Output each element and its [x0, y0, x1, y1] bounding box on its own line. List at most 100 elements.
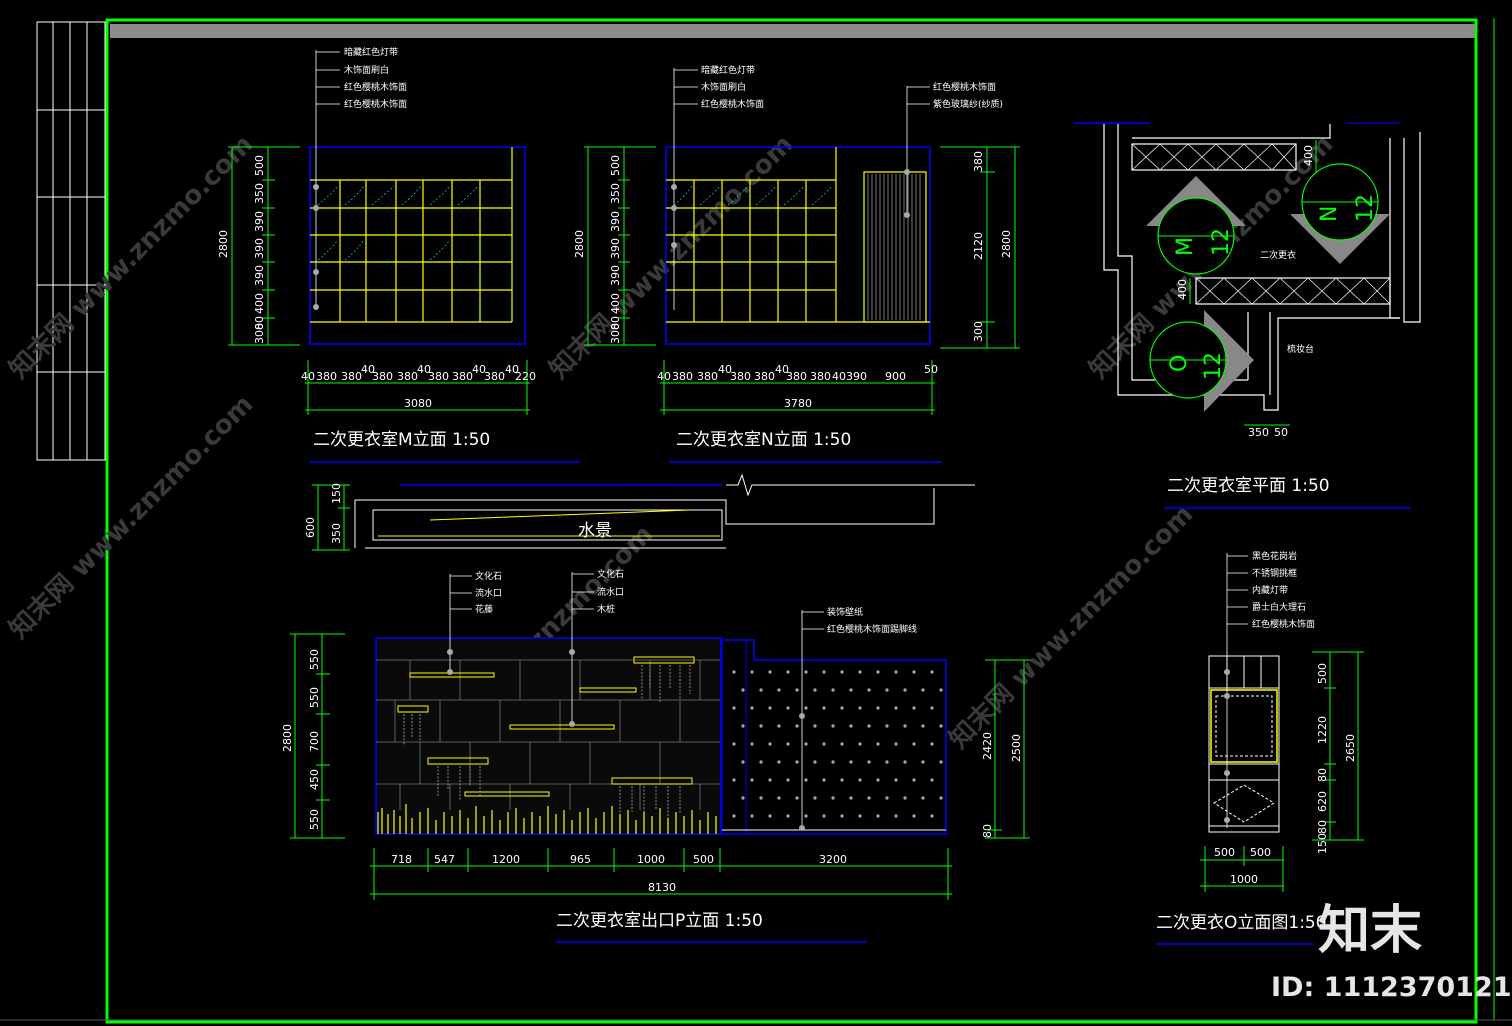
m-label-1: 暗藏红色灯带	[344, 46, 398, 58]
n-label-1: 暗藏红色灯带	[701, 64, 755, 76]
n-w-1: 380	[672, 370, 693, 383]
m-w-8: 380	[452, 370, 473, 383]
brand-id: ID: 1112370121	[1271, 972, 1512, 1003]
p-w-6: 3200	[819, 853, 847, 866]
m-h-4: 390	[253, 265, 266, 286]
p-label-c-1: 装饰壁纸	[827, 606, 863, 618]
svg-text:知末网 www.znzmo.com: 知末网 www.znzmo.com	[944, 499, 1199, 754]
m-w-1: 380	[316, 370, 337, 383]
m-h-0: 500	[253, 155, 266, 176]
n-rh-0: 380	[972, 151, 985, 172]
plan-view: M 12 N 12 O 12 二次更衣 梳妆台 400 400 350 50 二…	[1074, 122, 1421, 509]
plan-dim-1: 400	[1176, 279, 1189, 300]
p-label-b-2: 流水口	[597, 586, 624, 598]
p-label-c-2: 红色樱桃木饰面踢脚线	[827, 623, 917, 635]
plan-dim-3: 50	[1274, 426, 1288, 439]
top-gray-bar	[110, 24, 1475, 38]
p-width-total: 8130	[648, 881, 676, 894]
o-h-3: 620	[1316, 791, 1329, 812]
n-right-total: 2800	[1000, 230, 1013, 258]
cad-drawing-canvas: 知末网 www.znzmo.com 知末网 www.znzmo.com 知末网 …	[0, 0, 1512, 1026]
n-rh-2: 300	[972, 321, 985, 342]
plan-dim-2: 350	[1248, 426, 1269, 439]
n-label-2: 木饰面刷白	[701, 81, 746, 93]
cad-drawing: 知末网 www.znzmo.com 知末网 www.znzmo.com 知末网 …	[0, 18, 1512, 1024]
o-height-total: 2650	[1344, 734, 1357, 762]
p-label-a-2: 流水口	[475, 587, 502, 599]
n-h-3: 390	[609, 238, 622, 259]
brand-logo: 知末	[1318, 901, 1422, 961]
p-height-total: 2800	[281, 724, 294, 752]
plan-dim-0: 400	[1302, 145, 1315, 166]
m-label-4: 红色樱桃木饰面	[344, 98, 407, 110]
m-h-5: 400	[253, 293, 266, 314]
marker-o-number: 12	[1201, 352, 1226, 380]
m-w-10: 380	[484, 370, 505, 383]
p-elevation-title: 二次更衣室出口P立面 1:50	[556, 911, 763, 931]
o-h-1: 1220	[1316, 716, 1329, 744]
p-label-b-3: 木桩	[597, 603, 615, 615]
p-right-total: 2500	[1010, 734, 1023, 762]
o-w-1: 500	[1250, 846, 1271, 859]
n-h-5: 400	[609, 293, 622, 314]
n-h-1: 350	[609, 183, 622, 204]
m-w-5: 380	[397, 370, 418, 383]
n-w-11: 900	[885, 370, 906, 383]
section-marker-m: M 12	[1146, 176, 1246, 275]
o-width-total: 1000	[1230, 873, 1258, 886]
m-w-2: 380	[341, 370, 362, 383]
marker-n-number: 12	[1353, 194, 1378, 222]
marker-m-number: 12	[1209, 228, 1234, 256]
o-elevation-title: 二次更衣O立面图1:50	[1156, 913, 1327, 933]
p-label-b-1: 文化石	[597, 568, 624, 580]
n-w-5: 380	[754, 370, 775, 383]
o-elevation: 黑色花岗岩 不锈钢挑框 内藏灯带 爵士白大理石 红色樱桃木饰面 500 1220…	[1156, 550, 1364, 945]
p-w-2: 1200	[492, 853, 520, 866]
m-w-7: 380	[428, 370, 449, 383]
m-h-7: 300	[253, 323, 266, 344]
p-rh-0: 2420	[981, 732, 994, 760]
svg-text:知末网 www.znzmo.com: 知末网 www.znzmo.com	[4, 389, 259, 644]
m-width-total: 3080	[404, 397, 432, 410]
o-h-2: 80	[1316, 768, 1329, 782]
n-width-total: 3780	[784, 397, 812, 410]
m-elevation-title: 二次更衣室M立面 1:50	[313, 430, 490, 450]
n-elevation-title: 二次更衣室N立面 1:50	[676, 430, 851, 450]
n-h-7: 300	[609, 323, 622, 344]
n-w-9: 40	[832, 370, 846, 383]
marker-n-letter: N	[1317, 206, 1342, 222]
n-elevation: 暗藏红色灯带 木饰面刷白 红色樱桃木饰面 红色樱桃木饰面 紫色玻璃纱(纱质) 2…	[573, 64, 1020, 463]
m-h-2: 390	[253, 211, 266, 232]
o-label-2: 不锈钢挑框	[1252, 567, 1297, 579]
water-dim-0: 150	[330, 483, 343, 504]
marker-m-letter: M	[1173, 237, 1198, 256]
p-label-a-1: 文化石	[475, 570, 502, 582]
wallpaper-pattern	[732, 670, 943, 818]
m-label-2: 木饰面刷白	[344, 64, 389, 76]
n-w-10: 390	[846, 370, 867, 383]
n-right-label-1: 红色樱桃木饰面	[933, 81, 996, 93]
n-rh-1: 2120	[972, 232, 985, 260]
n-h-4: 390	[609, 265, 622, 286]
p-h-2: 700	[308, 731, 321, 752]
p-h-3: 450	[308, 769, 321, 790]
p-rh-1: 80	[981, 824, 994, 838]
n-w-8: 380	[810, 370, 831, 383]
o-h-5: 150	[1316, 833, 1329, 854]
m-elevation: 暗藏红色灯带 木饰面刷白 红色樱桃木饰面 红色樱桃木饰面 2800 500 35…	[217, 46, 580, 463]
m-h-3: 390	[253, 238, 266, 259]
p-w-0: 718	[391, 853, 412, 866]
n-w-2: 380	[697, 370, 718, 383]
p-elevation: 文化石 流水口 花藤 文化石 流水口 木桩 装饰壁纸 红色樱桃木饰面踢脚线 55…	[281, 568, 1030, 943]
title-block-table	[36, 21, 106, 461]
p-h-0: 550	[308, 649, 321, 670]
n-right-label-2: 紫色玻璃纱(纱质)	[933, 98, 1003, 110]
o-label-5: 红色樱桃木饰面	[1252, 618, 1315, 630]
p-w-3: 965	[570, 853, 591, 866]
n-label-3: 红色樱桃木饰面	[701, 98, 764, 110]
m-w-12: 220	[515, 370, 536, 383]
p-w-4: 1000	[637, 853, 665, 866]
plan-room-label: 二次更衣	[1260, 249, 1296, 261]
p-w-1: 547	[434, 853, 455, 866]
o-h-0: 500	[1316, 663, 1329, 684]
